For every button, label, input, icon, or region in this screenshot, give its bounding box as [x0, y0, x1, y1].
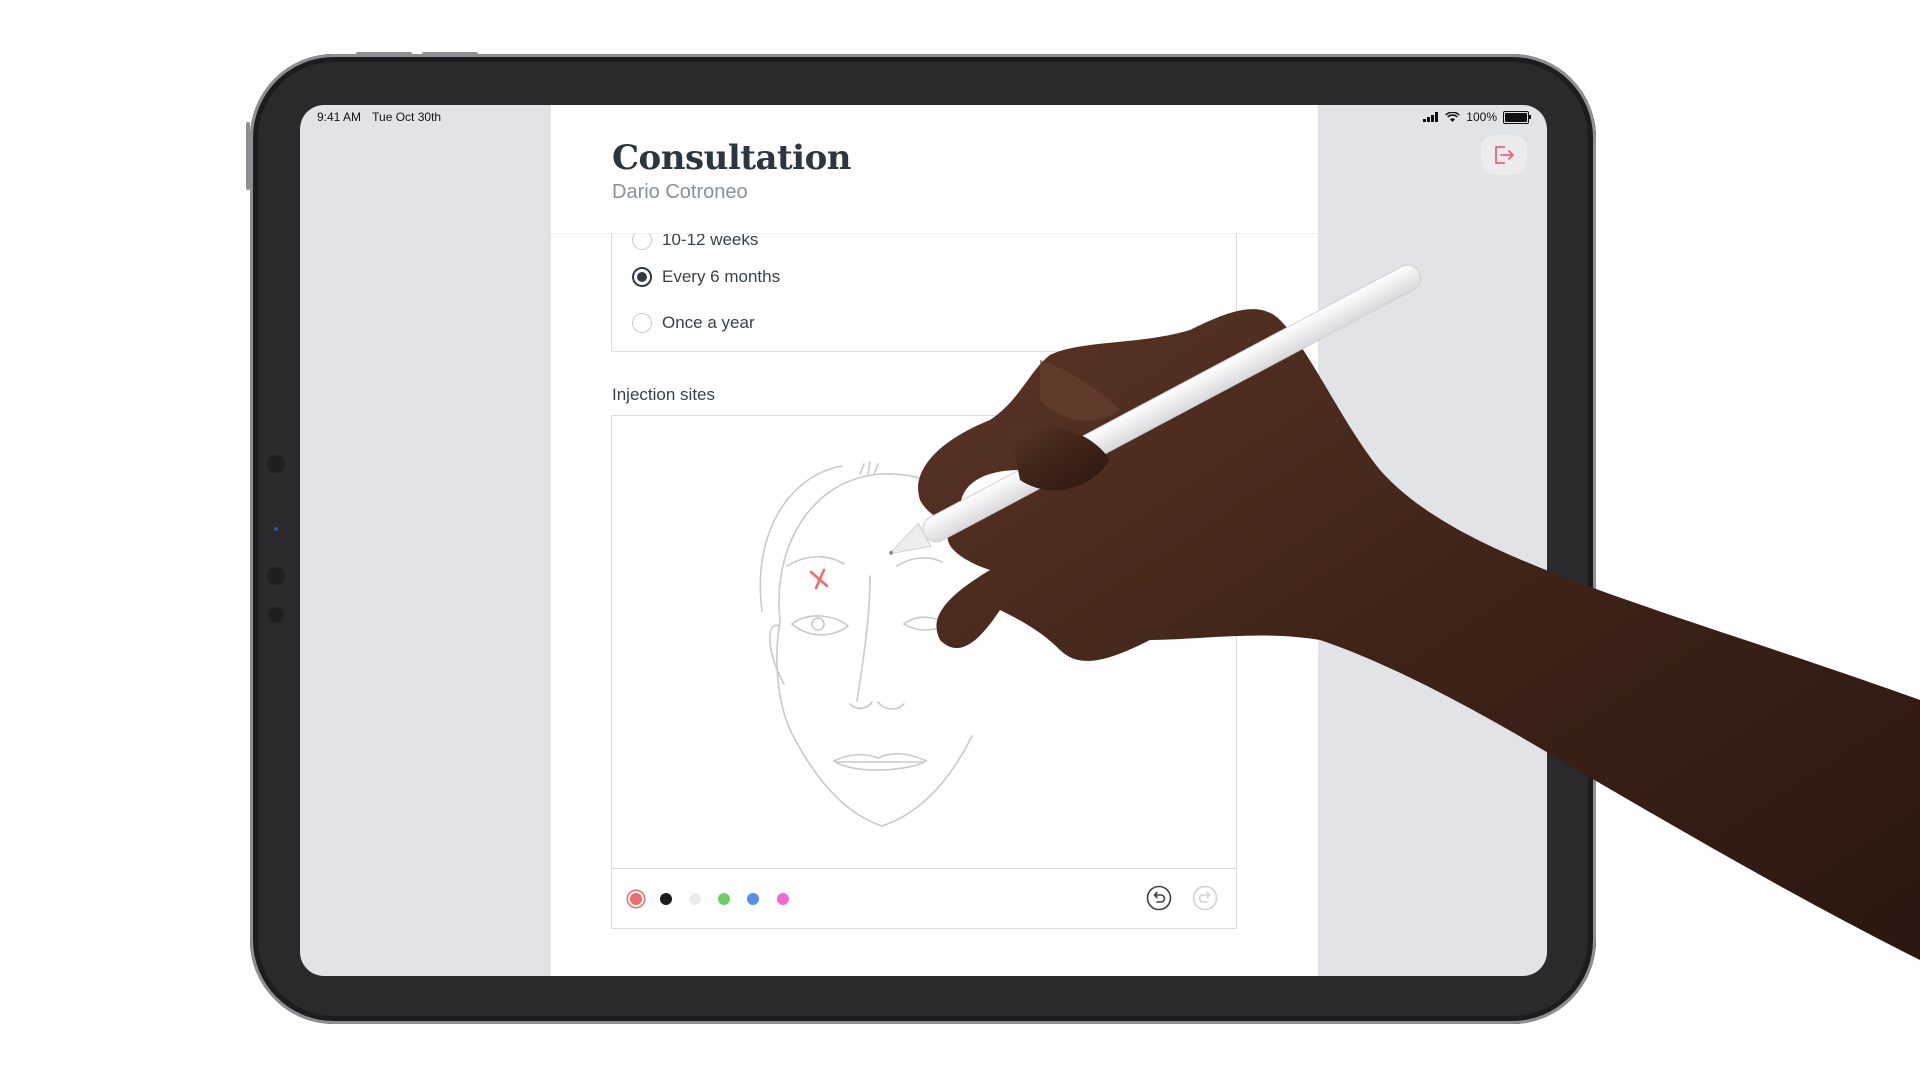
consultation-sheet: 10-12 weeks Every 6 months Once a year C…	[551, 105, 1318, 976]
face-sketch	[759, 461, 995, 827]
signal-icon	[1423, 112, 1439, 122]
injection-sites-panel	[611, 415, 1237, 929]
side-button	[246, 122, 250, 190]
redo-button[interactable]	[1192, 885, 1218, 911]
sheet-header: Consultation Dario Cotroneo	[551, 105, 1318, 234]
undo-icon	[1146, 885, 1172, 911]
redo-icon	[1192, 885, 1218, 911]
pencil-connector	[267, 455, 285, 635]
color-swatch-red[interactable]	[630, 893, 642, 905]
top-button-1	[356, 52, 412, 56]
option-label: Every 6 months	[662, 267, 781, 286]
option-once-a-year[interactable]: Once a year	[632, 313, 755, 333]
option-every-6-months[interactable]: Every 6 months	[632, 267, 780, 287]
color-swatch-pink[interactable]	[777, 893, 789, 905]
option-label: Once a year	[662, 313, 755, 332]
patient-name: Dario Cotroneo	[612, 181, 748, 203]
color-swatch-green[interactable]	[718, 893, 730, 905]
color-swatch-blue[interactable]	[747, 893, 759, 905]
drawing-canvas[interactable]	[612, 416, 1236, 869]
radio-unselected[interactable]	[632, 313, 652, 333]
radio-selected[interactable]	[632, 267, 652, 287]
status-date: Tue Oct 30th	[372, 110, 442, 124]
frequency-options: 10-12 weeks Every 6 months Once a year	[611, 230, 1237, 352]
page-title: Consultation	[612, 138, 852, 178]
color-swatch-black[interactable]	[660, 893, 672, 905]
injection-sites-label: Injection sites	[612, 385, 715, 404]
undo-button[interactable]	[1146, 885, 1172, 911]
screen: 9:41 AM Tue Oct 30th 100% 10-12 weeks Ev…	[300, 105, 1547, 976]
exit-button[interactable]	[1481, 135, 1527, 175]
top-button-2	[422, 52, 478, 56]
status-time: 9:41 AM	[317, 110, 362, 124]
wifi-icon	[1445, 111, 1461, 122]
exit-icon	[1495, 146, 1514, 164]
drawing-toolbar	[612, 869, 1236, 928]
battery-percent: 100%	[1466, 110, 1497, 124]
color-swatch-white[interactable]	[689, 893, 701, 905]
battery-icon	[1503, 110, 1531, 124]
